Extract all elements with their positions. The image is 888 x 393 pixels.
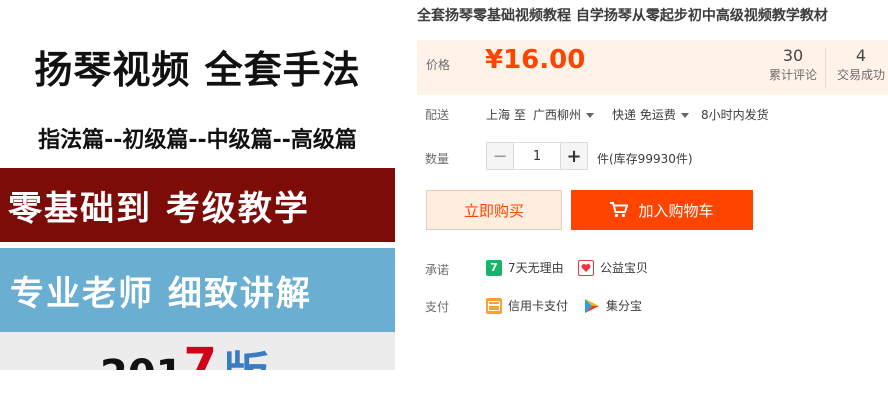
shipping-method[interactable]: 快递 免运费 — [612, 108, 676, 122]
charity-icon — [578, 259, 594, 276]
shipping-label: 配送 — [425, 108, 450, 122]
shipping-destination[interactable]: 广西柳州 — [533, 108, 581, 122]
image-headline-band: 扬琴视频 全套手法 — [0, 10, 395, 122]
decrease-button[interactable]: − — [486, 142, 514, 170]
price-box: 价格 ¥16.00 30 累计评论 4 交易成功 — [417, 40, 888, 95]
credit-card-payment[interactable]: 信用卡支付 — [486, 297, 568, 314]
buy-now-button[interactable]: 立即购买 — [426, 190, 562, 230]
buy-now-label[interactable]: 立即购买 — [464, 200, 524, 221]
product-title: 全套扬琴零基础视频教程 自学扬琴从零起步初中高级视频教学教材 — [417, 8, 828, 24]
image-year-suffix: 版 — [223, 338, 269, 370]
jifenbao-payment[interactable]: 集分宝 — [584, 297, 642, 314]
increase-button[interactable]: + — [560, 142, 588, 170]
quantity-stepper[interactable]: − + — [486, 142, 588, 170]
credit-card-label[interactable]: 信用卡支付 — [508, 297, 568, 314]
image-headline: 扬琴视频 全套手法 — [34, 47, 361, 92]
caret-down-icon — [586, 113, 595, 118]
comments-count[interactable]: 30 — [767, 46, 819, 65]
promise-label: 承诺 — [425, 263, 450, 277]
jifenbao-label[interactable]: 集分宝 — [606, 297, 642, 314]
shipping-method-select[interactable]: 快递 免运费 — [612, 106, 689, 123]
stat-divider — [825, 48, 826, 88]
comments-label[interactable]: 累计评论 — [767, 66, 819, 83]
deals-count: 4 — [855, 46, 867, 65]
quantity-input[interactable] — [514, 142, 560, 170]
image-red-band: 零基础到 考级教学 — [0, 168, 395, 242]
seven-day-label[interactable]: 7天无理由 — [508, 259, 564, 276]
seven-day-return[interactable]: 7 7天无理由 — [486, 259, 564, 276]
jifenbao-icon — [584, 297, 600, 314]
quantity-label: 数量 — [425, 152, 450, 166]
deals-stat: 4 交易成功 — [835, 46, 887, 83]
add-to-cart-label[interactable]: 加入购物车 — [638, 200, 713, 221]
image-levels: 指法篇--初级篇--中级篇--高级篇 — [38, 128, 357, 153]
image-year-prefix: 201 — [100, 352, 184, 370]
price-label: 价格 — [426, 58, 451, 72]
product-image[interactable]: 扬琴视频 全套手法 指法篇--初级篇--中级篇--高级篇 零基础到 考级教学 专… — [0, 10, 395, 370]
image-red-text: 零基础到 考级教学 — [8, 188, 310, 229]
credit-card-icon — [486, 297, 502, 314]
shipping-from: 上海 至 — [486, 108, 526, 122]
comments-stat[interactable]: 30 累计评论 — [767, 46, 819, 83]
seven-day-icon: 7 — [486, 259, 502, 276]
image-year-accent: 7 — [183, 338, 217, 370]
payment-label: 支付 — [425, 300, 450, 314]
shipping-destination-select[interactable]: 广西柳州 — [533, 106, 595, 123]
deals-label: 交易成功 — [836, 68, 885, 82]
charity-label[interactable]: 公益宝贝 — [600, 259, 648, 276]
caret-down-icon — [680, 113, 689, 118]
image-blue-text: 专业老师 细致讲解 — [10, 273, 312, 314]
dispatch-time: 8小时内发货 — [701, 108, 769, 122]
image-levels-band: 指法篇--初级篇--中级篇--高级篇 — [0, 114, 395, 162]
price-value: ¥16.00 — [485, 45, 586, 75]
image-blue-band: 专业老师 细致讲解 — [0, 248, 395, 332]
cart-icon — [610, 202, 629, 218]
charity-item[interactable]: 公益宝贝 — [578, 259, 648, 276]
image-year-band: 201 7 版 — [0, 332, 395, 370]
add-to-cart-button[interactable]: 加入购物车 — [571, 190, 753, 230]
stock-info: 件(库存99930件) — [597, 152, 693, 166]
